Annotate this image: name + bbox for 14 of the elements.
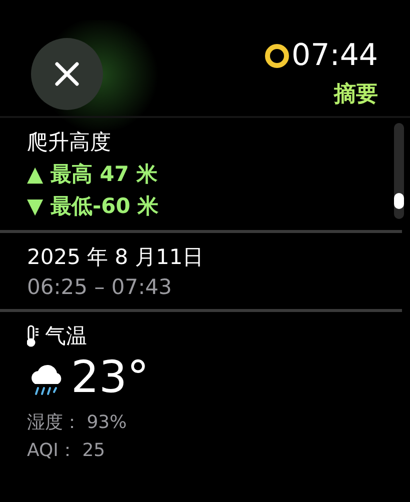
page-title: 摘要	[334, 81, 378, 109]
ring-icon	[264, 42, 290, 68]
air-quality: AQI： 25	[27, 439, 106, 462]
workout-date: 2025 年 8 月11日	[27, 244, 205, 271]
clock-time: 07:44	[292, 38, 378, 73]
max-elevation: ▲ 最高 47 米	[27, 161, 158, 188]
thermometer-icon	[27, 325, 39, 347]
time-range: 06:25 – 07:43	[27, 275, 173, 299]
humidity: 湿度： 93%	[27, 411, 128, 434]
close-icon	[54, 61, 80, 87]
min-elevation: ▼ 最低-60 米	[27, 193, 160, 220]
section-label: 爬升高度	[27, 129, 112, 156]
section-label: 气温	[45, 323, 87, 350]
temperature: 23°	[71, 356, 149, 400]
